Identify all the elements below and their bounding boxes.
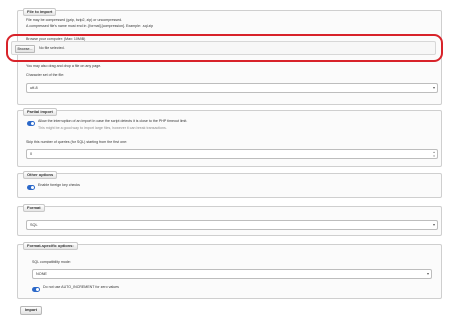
drag-drop-hint: You may also drag and drop a file on any… xyxy=(26,64,102,68)
charset-label: Character set of the file: xyxy=(26,73,65,77)
file-to-import-legend: File to import xyxy=(23,8,57,16)
allow-interrupt-toggle[interactable] xyxy=(27,121,35,126)
charset-select[interactable]: utf-8 ▾ xyxy=(26,83,438,93)
compat-mode-label: SQL compatibility mode: xyxy=(32,260,71,264)
skip-queries-input[interactable]: 0 ▲ ▼ xyxy=(26,149,438,159)
compat-mode-select[interactable]: NONE ▾ xyxy=(32,269,432,279)
compression-example: A compressed file's name must end in .[f… xyxy=(26,24,154,28)
foreign-key-toggle[interactable] xyxy=(27,185,35,190)
format-value: SQL xyxy=(30,223,38,227)
auto-increment-label: Do not use AUTO_INCREMENT for zero value… xyxy=(43,285,119,289)
compat-mode-value: NONE xyxy=(36,272,47,276)
allow-interrupt-note: This might be a good way to import large… xyxy=(38,126,167,130)
foreign-key-label: Enable foreign key checks xyxy=(38,183,80,187)
auto-increment-toggle[interactable] xyxy=(32,287,40,292)
chevron-down-icon: ▾ xyxy=(432,222,435,227)
red-highlight-annotation xyxy=(6,34,443,62)
skip-queries-label: Skip this number of queries (for SQL) st… xyxy=(26,140,128,144)
stepper-icon[interactable]: ▲ ▼ xyxy=(432,151,436,158)
chevron-down-icon: ▾ xyxy=(426,271,429,276)
format-specific-legend: Format-specific options: xyxy=(23,242,78,250)
charset-value: utf-8 xyxy=(30,86,38,90)
other-options-fieldset: Other options xyxy=(17,171,442,198)
other-options-legend: Other options xyxy=(23,171,58,179)
compression-info: File may be compressed (gzip, bzip2, zip… xyxy=(26,18,123,22)
format-legend: Format xyxy=(23,204,45,212)
skip-queries-value: 0 xyxy=(30,152,33,156)
allow-interrupt-label: Allow the interruption of an import in c… xyxy=(38,119,188,123)
chevron-down-icon: ▾ xyxy=(432,85,435,90)
import-button[interactable]: Import xyxy=(20,306,42,315)
partial-import-legend: Partial import xyxy=(23,108,57,116)
format-select[interactable]: SQL ▾ xyxy=(26,220,438,230)
